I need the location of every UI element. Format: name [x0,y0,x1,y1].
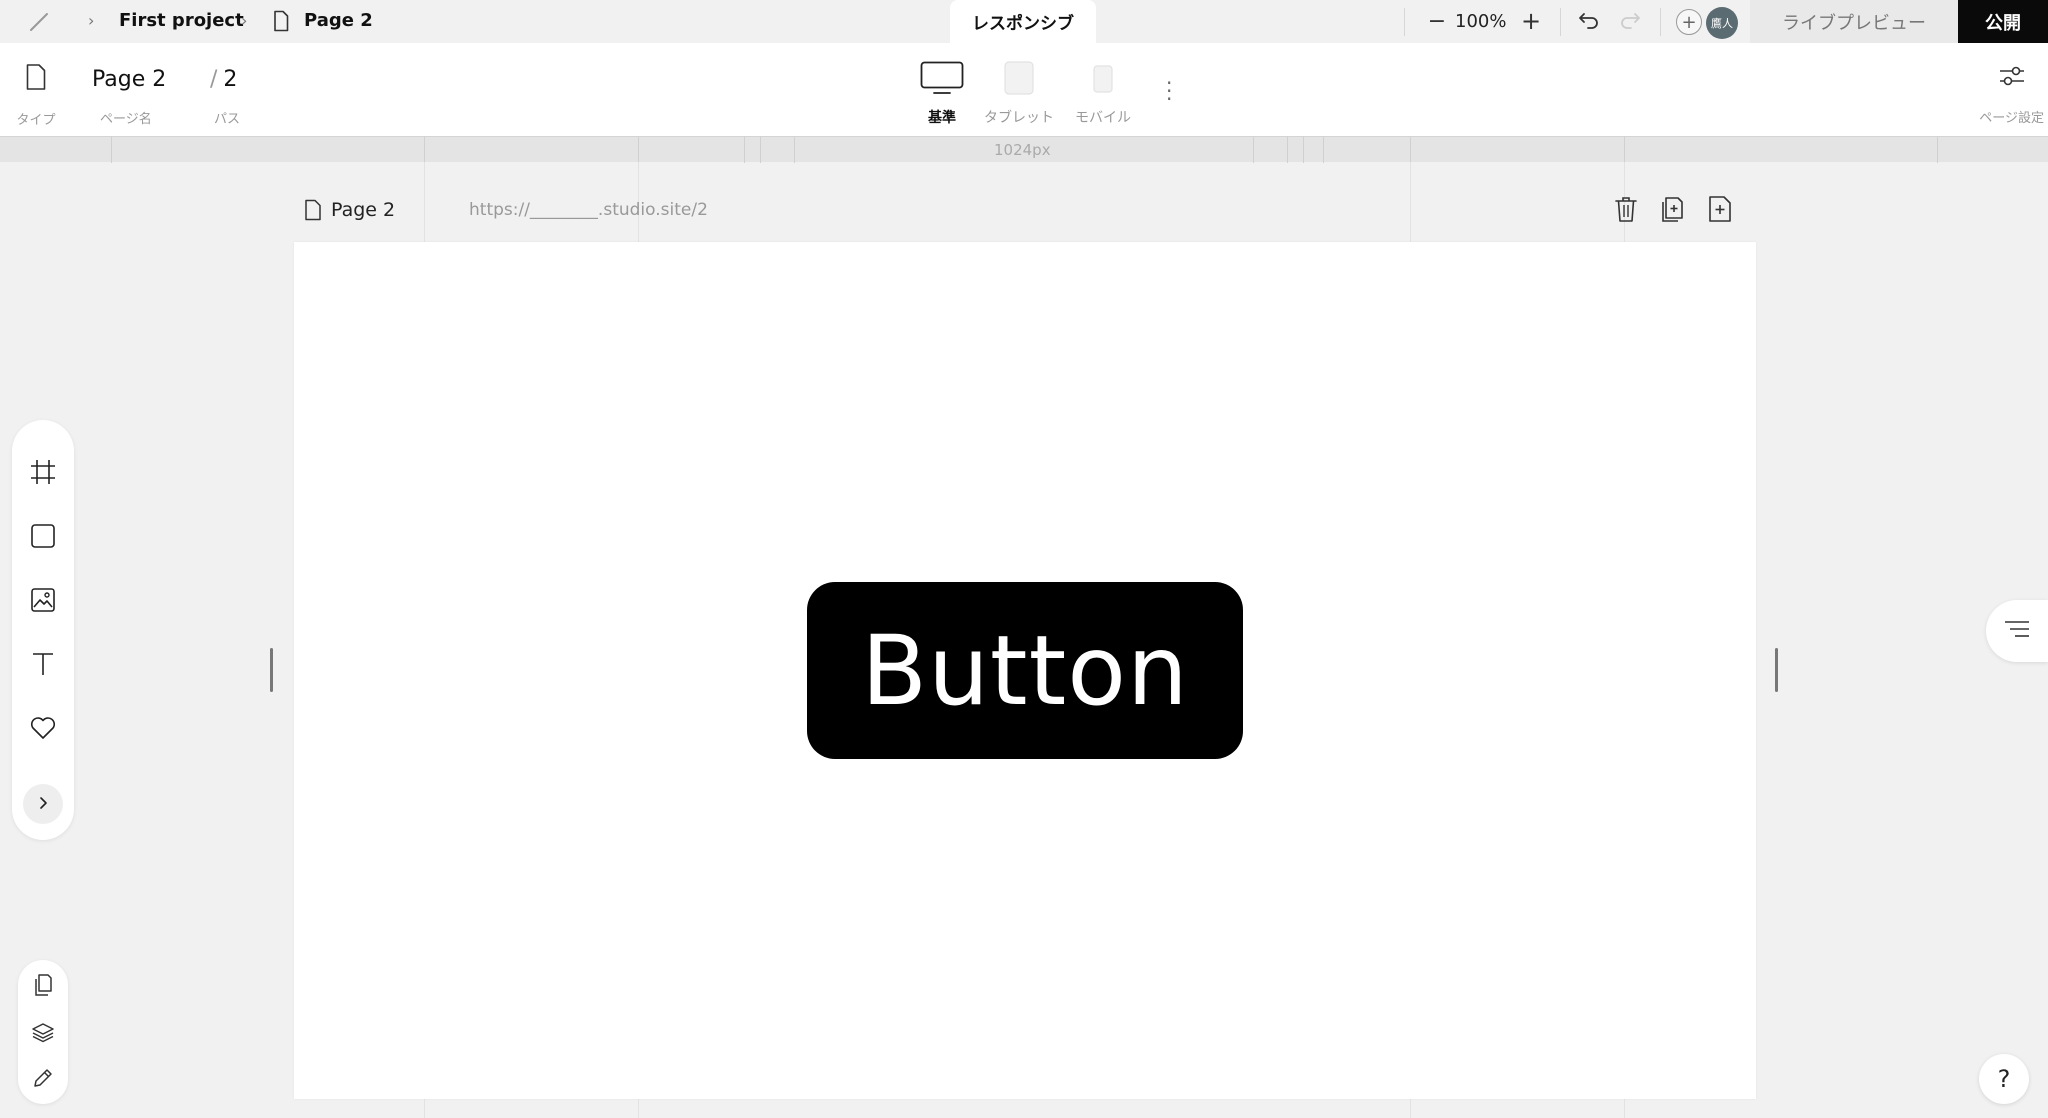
page-name-field[interactable]: Page 2 [92,67,166,92]
top-bar: › First project › Page 2 レスポンシブ − 100% +… [0,0,2048,43]
zoom-level[interactable]: 100% [1455,11,1506,32]
avatar[interactable]: 鷹人 [1706,7,1738,39]
tab-responsive[interactable]: レスポンシブ [950,0,1096,43]
ruler-tick [424,137,425,163]
page-type-selector[interactable]: タイプ [16,63,56,128]
zoom-in-button[interactable]: + [1518,6,1544,36]
resize-handle-left[interactable] [270,648,273,692]
desktop-icon [920,61,964,99]
ruler-tick [794,137,795,163]
chevron-right-icon: › [241,11,248,30]
page-icon [25,63,47,95]
invite-plus-icon[interactable]: + [1676,9,1702,35]
add-page-icon [1708,195,1732,227]
breakpoint-tablet[interactable]: タブレット [984,61,1054,127]
width-ruler: 1024px [0,136,2048,163]
ruler-tick [1624,137,1625,163]
path-field[interactable]: /2 [210,67,237,92]
settings-sliders-icon [1997,63,2027,93]
path-slash: / [210,67,218,92]
box-frame-icon[interactable] [27,456,59,488]
breakpoint-label: 基準 [928,110,956,126]
path-caption: パス [214,112,241,127]
help-button[interactable]: ? [1979,1054,2029,1104]
breadcrumb-page[interactable]: Page 2 [304,10,373,31]
rectangle-icon[interactable] [27,520,59,552]
page-icon [273,10,289,36]
chevron-right-icon [36,795,50,814]
ruler-tick [1253,137,1254,163]
more-vertical-icon[interactable]: · · · [1166,73,1172,109]
page-name-caption: ページ名 [100,112,152,127]
page-icon [304,199,322,225]
breakpoint-label: タブレット [984,110,1054,126]
mobile-icon [1073,61,1133,99]
duplicate-page-button[interactable] [1658,196,1688,226]
delete-page-button[interactable] [1611,196,1641,226]
canvas-page-url[interactable]: https://________.studio.site/2 [469,200,708,220]
path-value: 2 [223,67,238,92]
add-page-button[interactable] [1705,196,1735,226]
settings-caption: ページ設定 [1979,111,2044,126]
ruler-tick [111,137,112,163]
ruler-tick [760,137,761,163]
breakpoint-label: モバイル [1075,110,1131,126]
text-icon[interactable] [27,648,59,680]
divider [1660,8,1661,36]
ruler-tick [1323,137,1324,163]
divider [1404,8,1405,36]
breakpoint-desktop[interactable]: 基準 [920,61,964,127]
ruler-tick [1287,137,1288,163]
expand-tools-button[interactable] [23,784,63,824]
trash-icon [1614,195,1638,227]
redo-icon[interactable] [1618,9,1644,37]
live-preview-button[interactable]: ライブプレビュー [1750,0,1958,43]
ruler-tick [744,137,745,163]
layer-panel-toggle[interactable] [1986,600,2048,662]
ruler-tick [1410,137,1411,163]
pages-icon[interactable] [31,973,55,997]
ruler-width-label: 1024px [994,141,1051,159]
breadcrumb-project[interactable]: First project [119,10,244,31]
canvas-button-element[interactable]: Button [807,582,1243,759]
ruler-tick [1303,137,1304,163]
publish-button[interactable]: 公開 [1958,0,2048,43]
page-property-bar: タイプ Page 2 ページ名 /2 パス 基準 タブレット モバイル · · · … [0,43,2048,136]
ruler-tick [1937,137,1938,163]
page-settings-button[interactable]: ページ設定 [1979,63,2044,126]
canvas-page-name[interactable]: Page 2 [331,199,395,221]
tool-palette [12,420,74,840]
pen-icon[interactable] [31,1066,55,1090]
duplicate-icon [1660,195,1686,227]
breakpoint-mobile[interactable]: モバイル [1073,61,1133,127]
panel-switcher [18,960,68,1104]
heart-icon[interactable] [27,712,59,744]
tablet-icon [989,61,1049,99]
chevron-right-icon: › [88,11,95,30]
undo-icon[interactable] [1575,9,1601,37]
image-icon[interactable] [27,584,59,616]
layers-icon[interactable] [31,1020,55,1044]
divider [1560,8,1561,36]
studio-logo-icon[interactable] [24,8,54,36]
list-lines-icon [2003,618,2031,644]
zoom-out-button[interactable]: − [1424,6,1450,36]
type-caption: タイプ [16,113,56,128]
resize-handle-right[interactable] [1775,648,1778,692]
ruler-tick [638,137,639,163]
